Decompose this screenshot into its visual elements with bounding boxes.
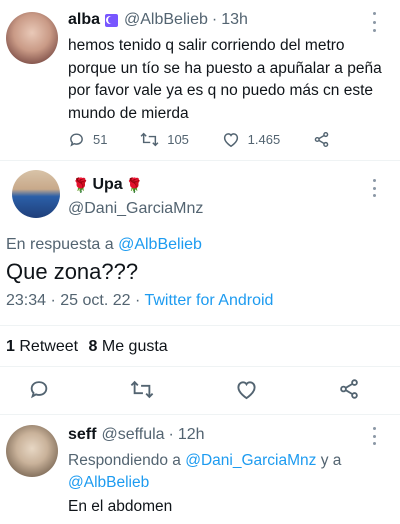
more-options-icon[interactable] [370, 179, 378, 197]
moon-badge-icon [105, 13, 119, 27]
retweet-icon [140, 132, 159, 147]
author-handle[interactable]: @Dani_GarciaMnz [68, 200, 203, 218]
like-stat-count: 8 [88, 338, 98, 355]
retweet-stat[interactable]: 1 Retweet [6, 338, 83, 355]
author-handle[interactable]: @seffula [101, 426, 164, 444]
like-stat[interactable]: 8 Me gusta [89, 338, 168, 355]
like-button[interactable]: 1.465 [222, 131, 281, 148]
tweet-time[interactable]: 12h [178, 426, 205, 444]
replying-and: y a [320, 452, 342, 469]
more-options-icon[interactable] [370, 427, 378, 445]
divider [0, 160, 400, 161]
tweet-source[interactable]: Twitter for Android [144, 292, 273, 309]
tweet-timestamp[interactable]: 23:34 · 25 oct. 22 [6, 292, 131, 309]
reply-icon[interactable] [28, 378, 50, 400]
reply-context-label: En respuesta a [6, 236, 114, 253]
share-icon[interactable] [338, 378, 360, 400]
divider [0, 325, 400, 326]
share-icon [314, 131, 329, 148]
separator-dot: · [211, 11, 218, 28]
rose-icon: 🌹 [72, 176, 90, 193]
rose-icon: 🌹 [125, 176, 144, 193]
tweet-time[interactable]: 13h [221, 11, 248, 29]
author-handle[interactable]: @AlbBelieb [124, 11, 208, 29]
reply-count: 51 [93, 132, 108, 147]
separator-dot: · [134, 292, 141, 309]
author-name[interactable]: Upa [92, 176, 122, 194]
tweet-text: hemos tenido q salir corriendo del metro… [68, 37, 382, 122]
share-button[interactable] [313, 131, 338, 148]
retweet-button[interactable]: 105 [140, 131, 189, 148]
replying-label: Respondiendo a [68, 452, 181, 469]
retweet-count: 105 [167, 132, 189, 147]
retweet-stat-count: 1 [6, 338, 15, 355]
heart-icon [223, 133, 238, 148]
retweet-stat-label: Retweet [19, 338, 79, 355]
heart-icon[interactable] [235, 379, 258, 400]
separator-dot: · [168, 426, 174, 443]
replying-handle[interactable]: @Dani_GarciaMnz [185, 452, 316, 469]
reply-button[interactable]: 51 [68, 131, 107, 148]
like-count: 1.465 [247, 132, 281, 147]
tweet-text: En el abdomen [68, 498, 173, 515]
tweet-text: Que zona??? [6, 259, 139, 284]
avatar[interactable] [12, 170, 60, 218]
divider [0, 414, 400, 415]
retweet-icon[interactable] [130, 379, 154, 400]
divider [0, 366, 400, 367]
reply-icon [70, 133, 83, 147]
replying-handle[interactable]: @AlbBelieb [68, 474, 149, 491]
author-name[interactable]: alba [68, 11, 100, 29]
author-name[interactable]: seff [68, 426, 96, 444]
reply-context-handle[interactable]: @AlbBelieb [118, 236, 202, 253]
avatar[interactable] [6, 12, 58, 64]
avatar[interactable] [6, 425, 58, 477]
like-stat-label: Me gusta [101, 338, 168, 355]
more-options-icon[interactable] [370, 12, 378, 32]
